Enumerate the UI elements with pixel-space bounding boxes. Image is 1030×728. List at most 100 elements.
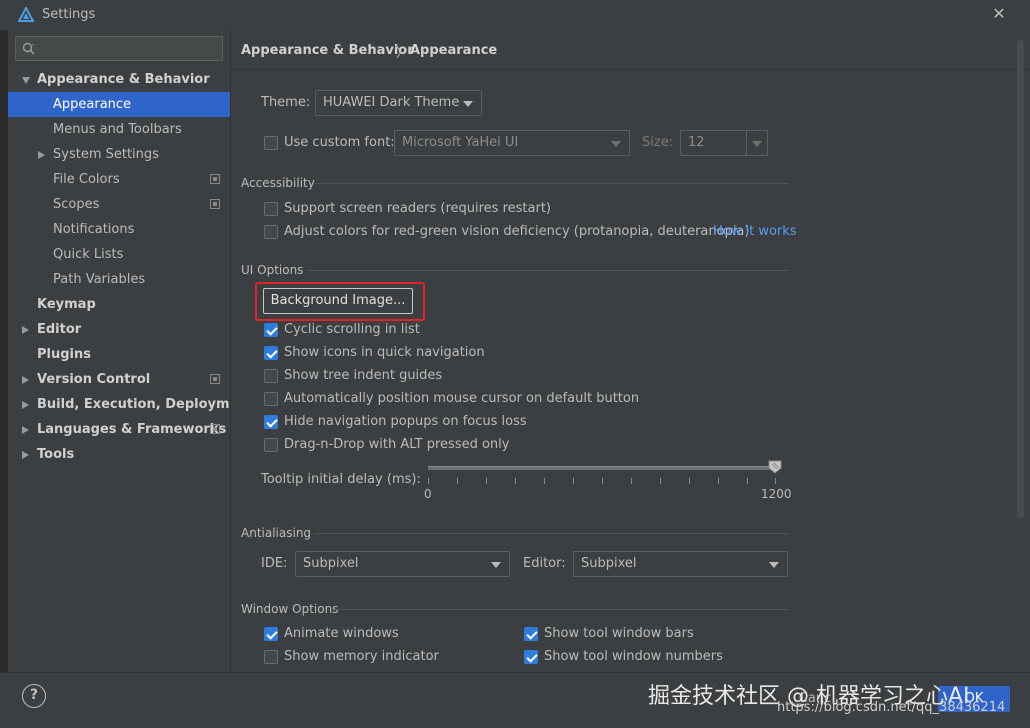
combo-separator — [746, 131, 747, 155]
search-input[interactable] — [15, 36, 223, 61]
cyclic-scrolling-label: Cyclic scrolling in list — [284, 322, 420, 337]
chevron-down-icon — [752, 141, 762, 147]
tree-indent-checkbox[interactable] — [264, 369, 278, 383]
memory-indicator-checkbox[interactable] — [264, 650, 278, 664]
sidebar-item-editor[interactable]: Editor — [8, 317, 230, 342]
slider-tick — [602, 478, 603, 484]
antialiasing-divider — [314, 533, 788, 534]
auto-cursor-checkbox[interactable] — [264, 392, 278, 406]
sidebar-item-quick-lists[interactable]: Quick Lists — [8, 242, 230, 267]
close-icon[interactable]: ✕ — [988, 3, 1010, 25]
sidebar-item-system-settings[interactable]: System Settings — [8, 142, 230, 167]
sidebar-item-languages-frameworks[interactable]: Languages & Frameworks — [8, 417, 230, 442]
memory-indicator-label: Show memory indicator — [284, 649, 439, 664]
sidebar-item-notifications[interactable]: Notifications — [8, 217, 230, 242]
quick-nav-icons-checkbox[interactable] — [264, 346, 278, 360]
sidebar-item-path-variables[interactable]: Path Variables — [8, 267, 230, 292]
sidebar-item-build-execution[interactable]: Build, Execution, Deployment — [8, 392, 254, 417]
ide-label: IDE: — [261, 556, 288, 571]
sidebar-item-file-colors[interactable]: File Colors — [8, 167, 230, 192]
window-options-title: Window Options — [241, 602, 339, 616]
editor-antialiasing-value: Subpixel — [581, 556, 637, 571]
drag-alt-label: Drag-n-Drop with ALT pressed only — [284, 437, 510, 452]
red-green-checkbox[interactable] — [264, 225, 278, 239]
help-button[interactable]: ? — [22, 684, 46, 708]
antialiasing-title: Antialiasing — [241, 526, 312, 540]
editor-antialiasing-select[interactable]: Subpixel — [573, 551, 788, 577]
ide-antialiasing-value: Subpixel — [303, 556, 359, 571]
breadcrumb-parent[interactable]: Appearance & Behavior — [241, 43, 414, 58]
auto-cursor-label: Automatically position mouse cursor on d… — [284, 391, 640, 406]
slider-max-label: 1200 — [761, 487, 792, 501]
sidebar-item-scopes[interactable]: Scopes — [8, 192, 230, 217]
project-scope-icon — [210, 374, 220, 384]
theme-select[interactable]: HUAWEI Dark Theme — [315, 90, 482, 116]
sidebar-item-label: Quick Lists — [53, 247, 124, 262]
sidebar-item-label: Plugins — [37, 347, 91, 362]
tooltip-delay-slider[interactable] — [428, 466, 776, 470]
chevron-down-icon — [22, 77, 30, 84]
editor-label: Editor: — [523, 556, 566, 571]
font-size-select[interactable]: 12 — [680, 130, 768, 156]
sidebar-item-menus-toolbars[interactable]: Menus and Toolbars — [8, 117, 230, 142]
ide-antialiasing-select[interactable]: Subpixel — [295, 551, 510, 577]
screen-readers-checkbox[interactable] — [264, 202, 278, 216]
ui-options-title: UI Options — [241, 263, 304, 277]
tool-window-bars-label: Show tool window bars — [544, 626, 694, 641]
title-bar: Settings ✕ — [0, 0, 1030, 30]
watermark-url: https://blog.csdn.net/qq_38436214 — [777, 700, 1006, 715]
tree-indent-label: Show tree indent guides — [284, 368, 443, 383]
hide-nav-popups-label: Hide navigation popups on focus loss — [284, 414, 527, 429]
sidebar-item-label: Build, Execution, Deployment — [37, 397, 254, 412]
cyclic-scrolling-checkbox[interactable] — [264, 323, 278, 337]
sidebar-item-label: Appearance & Behavior — [37, 72, 210, 87]
sidebar-item-keymap[interactable]: Keymap — [8, 292, 230, 317]
window-title: Settings — [42, 7, 96, 22]
app-logo-icon — [18, 7, 34, 22]
sidebar-item-label: Notifications — [53, 222, 135, 237]
sidebar-item-label: Scopes — [53, 197, 100, 212]
settings-sidebar: Appearance & Behavior Appearance Menus a… — [8, 30, 254, 672]
project-scope-icon — [210, 424, 220, 434]
background-image-button[interactable]: Background Image... — [263, 288, 413, 314]
sidebar-item-label: Version Control — [37, 372, 151, 387]
how-it-works-link[interactable]: How it works — [713, 224, 797, 239]
sidebar-item-label: Tools — [37, 447, 75, 462]
tool-window-numbers-checkbox[interactable] — [524, 650, 538, 664]
chevron-down-icon — [463, 101, 473, 107]
use-custom-font-checkbox[interactable] — [264, 136, 278, 150]
sidebar-item-label: System Settings — [53, 147, 159, 162]
chevron-down-icon — [769, 562, 779, 568]
sidebar-item-label: Path Variables — [53, 272, 146, 287]
animate-windows-checkbox[interactable] — [264, 627, 278, 641]
search-icon — [22, 42, 35, 55]
content-scrollbar[interactable] — [1017, 40, 1024, 518]
slider-tick — [573, 478, 574, 484]
font-value: Microsoft YaHei UI — [402, 135, 519, 150]
drag-alt-checkbox[interactable] — [264, 438, 278, 452]
chevron-right-icon — [22, 451, 29, 459]
slider-tick — [631, 478, 632, 484]
sidebar-item-version-control[interactable]: Version Control — [8, 367, 230, 392]
slider-tick — [457, 478, 458, 484]
sidebar-item-appearance[interactable]: Appearance — [8, 92, 230, 117]
sidebar-item-label: Keymap — [37, 297, 96, 312]
background-ide-edge — [0, 30, 8, 728]
red-green-label: Adjust colors for red-green vision defic… — [284, 224, 750, 239]
hide-nav-popups-checkbox[interactable] — [264, 415, 278, 429]
slider-min-label: 0 — [424, 487, 432, 501]
sidebar-item-appearance-behavior[interactable]: Appearance & Behavior — [8, 67, 230, 92]
slider-tick — [689, 478, 690, 484]
chevron-right-icon — [22, 401, 29, 409]
tool-window-numbers-label: Show tool window numbers — [544, 649, 723, 664]
tool-window-bars-checkbox[interactable] — [524, 627, 538, 641]
slider-thumb-icon[interactable] — [768, 460, 782, 474]
sidebar-item-label: Editor — [37, 322, 82, 337]
window-options-divider — [335, 609, 788, 610]
font-select[interactable]: Microsoft YaHei UI — [394, 130, 630, 156]
sidebar-item-plugins[interactable]: Plugins — [8, 342, 230, 367]
settings-window: Settings ✕ Appearance & Behavior Appeara… — [0, 0, 1030, 728]
sidebar-item-tools[interactable]: Tools — [8, 442, 230, 467]
chevron-right-icon — [22, 376, 29, 384]
slider-tick — [486, 478, 487, 484]
